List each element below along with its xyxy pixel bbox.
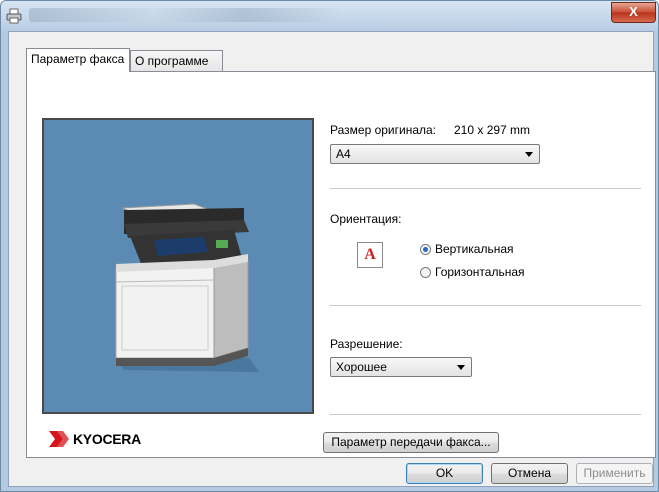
resolution-select[interactable]: Хорошее	[330, 357, 472, 377]
tab-fax-settings[interactable]: Параметр факса	[26, 48, 130, 72]
chevron-down-icon	[457, 365, 465, 370]
separator	[330, 414, 641, 415]
radio-label: Горизонтальная	[435, 265, 525, 279]
portrait-orientation-icon: A	[357, 242, 383, 268]
select-value: A4	[336, 147, 351, 161]
mfp-printer-image	[114, 203, 259, 372]
radio-landscape[interactable]: Горизонтальная	[420, 265, 525, 279]
window-title	[29, 8, 339, 22]
ok-button[interactable]: OK	[406, 463, 483, 484]
original-size-dimensions: 210 x 297 mm	[454, 123, 531, 137]
radio-indicator	[420, 243, 431, 255]
title-bar: X	[1, 1, 658, 31]
chevron-down-icon	[525, 152, 533, 157]
orientation-label: Ориентация:	[330, 212, 402, 226]
radio-portrait[interactable]: Вертикальная	[420, 242, 514, 256]
separator	[330, 305, 641, 306]
logo-text: KYOCERA	[73, 431, 141, 447]
cancel-button[interactable]: Отмена	[491, 463, 568, 484]
apply-button[interactable]: Применить	[576, 463, 653, 484]
kyocera-logo-icon	[49, 431, 69, 447]
radio-indicator	[420, 266, 431, 278]
separator	[330, 188, 641, 189]
dialog-client-area: Параметр факса О программе KYOCERA Разме…	[8, 31, 656, 487]
dialog-window: X Параметр факса О программе KYOCERA Раз…	[0, 0, 659, 492]
fax-transmission-settings-button[interactable]: Параметр передачи факса...	[323, 432, 499, 453]
tab-label: Параметр факса	[31, 52, 125, 66]
original-size-select[interactable]: A4	[330, 144, 540, 164]
radio-label: Вертикальная	[435, 242, 514, 256]
tab-label: О программе	[135, 54, 209, 68]
kyocera-logo: KYOCERA	[49, 430, 141, 448]
close-icon: X	[629, 4, 638, 19]
original-size-label: Размер оригинала:	[330, 123, 437, 137]
resolution-label: Разрешение:	[330, 337, 403, 351]
close-button[interactable]: X	[611, 2, 656, 23]
printer-icon	[6, 8, 22, 24]
printer-preview	[42, 118, 314, 414]
select-value: Хорошее	[336, 360, 387, 374]
tab-about[interactable]: О программе	[130, 50, 223, 71]
